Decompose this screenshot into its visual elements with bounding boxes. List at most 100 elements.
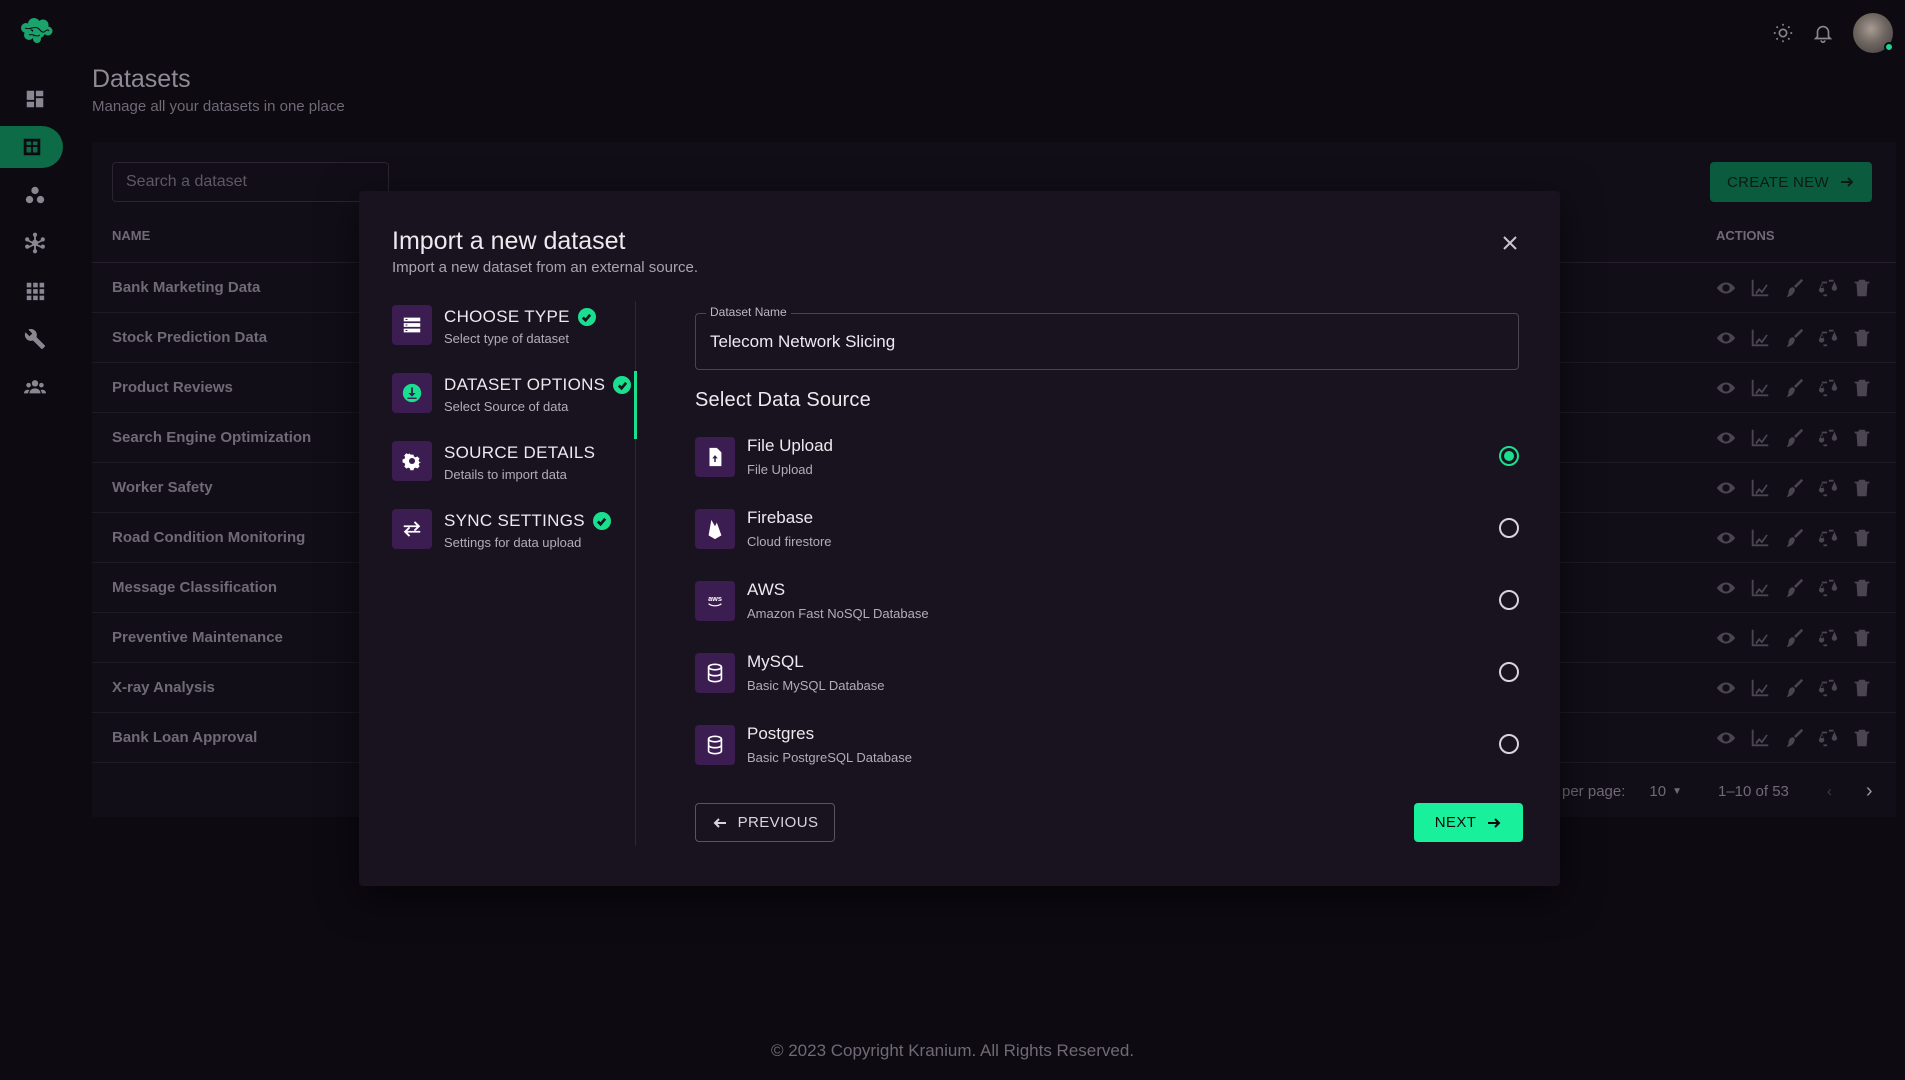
clean-brush-icon[interactable] [1783, 727, 1805, 749]
view-icon[interactable] [1715, 327, 1737, 349]
balance-scale-icon[interactable] [1817, 527, 1839, 549]
analytics-icon[interactable] [1749, 277, 1771, 299]
analytics-icon[interactable] [1749, 527, 1771, 549]
clean-brush-icon[interactable] [1783, 427, 1805, 449]
balance-scale-icon[interactable] [1817, 327, 1839, 349]
clean-brush-icon[interactable] [1783, 577, 1805, 599]
balance-scale-icon[interactable] [1817, 277, 1839, 299]
source-radio[interactable] [1499, 662, 1519, 682]
clean-brush-icon[interactable] [1783, 277, 1805, 299]
balance-scale-icon[interactable] [1817, 727, 1839, 749]
view-icon[interactable] [1715, 727, 1737, 749]
view-icon[interactable] [1715, 377, 1737, 399]
source-radio[interactable] [1499, 518, 1519, 538]
check-circle-icon [577, 308, 596, 326]
clean-brush-icon[interactable] [1783, 477, 1805, 499]
view-icon[interactable] [1715, 527, 1737, 549]
wrench-icon [24, 329, 46, 350]
source-option-aws[interactable]: aws AWS Amazon Fast NoSQL Database [695, 580, 1519, 640]
database-icon [695, 653, 735, 693]
source-radio[interactable] [1499, 734, 1519, 754]
balance-scale-icon[interactable] [1817, 477, 1839, 499]
row-actions [1715, 577, 1873, 599]
next-button[interactable]: NEXT [1414, 803, 1523, 842]
next-page-button[interactable]: › [1866, 780, 1873, 803]
analytics-icon[interactable] [1749, 477, 1771, 499]
view-icon[interactable] [1715, 677, 1737, 699]
database-icon [695, 725, 735, 765]
source-name: File Upload [747, 436, 833, 455]
topbar-actions [1763, 12, 1905, 54]
rows-per-page-select[interactable]: 10 ▼ [1649, 783, 1682, 800]
step-title: SYNC SETTINGS [444, 511, 585, 530]
trash-icon[interactable] [1851, 427, 1873, 449]
view-icon[interactable] [1715, 427, 1737, 449]
trash-icon[interactable] [1851, 727, 1873, 749]
balance-scale-icon[interactable] [1817, 427, 1839, 449]
analytics-icon[interactable] [1749, 577, 1771, 599]
sidebar-item-tools[interactable] [0, 318, 70, 360]
view-icon[interactable] [1715, 577, 1737, 599]
balance-scale-icon[interactable] [1817, 627, 1839, 649]
list-icon [392, 305, 432, 345]
view-icon[interactable] [1715, 627, 1737, 649]
source-name: AWS [747, 580, 786, 599]
prev-page-button[interactable]: ‹ [1827, 783, 1832, 800]
analytics-icon[interactable] [1749, 627, 1771, 649]
trash-icon[interactable] [1851, 277, 1873, 299]
clean-brush-icon[interactable] [1783, 327, 1805, 349]
trash-icon[interactable] [1851, 577, 1873, 599]
clean-brush-icon[interactable] [1783, 377, 1805, 399]
file-upload-icon [695, 437, 735, 477]
sidebar-item-team[interactable] [0, 366, 70, 408]
dataset-name-field[interactable]: Dataset Name Telecom Network Slicing [695, 305, 1519, 370]
bell-icon [1813, 25, 1833, 43]
step-sync-settings[interactable]: SYNC SETTINGS Settings for data upload [392, 505, 637, 573]
notifications-button[interactable] [1803, 13, 1843, 53]
clean-brush-icon[interactable] [1783, 627, 1805, 649]
view-icon[interactable] [1715, 477, 1737, 499]
step-dataset-options[interactable]: DATASET OPTIONS Select Source of data [392, 369, 637, 437]
balance-scale-icon[interactable] [1817, 677, 1839, 699]
previous-label: PREVIOUS [737, 814, 819, 831]
source-option-mysql[interactable]: MySQL Basic MySQL Database [695, 652, 1519, 712]
modal-title: Import a new dataset [392, 227, 626, 255]
step-source-details[interactable]: SOURCE DETAILS Details to import data [392, 437, 637, 505]
analytics-icon[interactable] [1749, 727, 1771, 749]
search-input[interactable]: Search a dataset [112, 162, 389, 202]
trash-icon[interactable] [1851, 377, 1873, 399]
create-new-button[interactable]: CREATE NEW [1710, 162, 1872, 202]
analytics-icon[interactable] [1749, 427, 1771, 449]
trash-icon[interactable] [1851, 527, 1873, 549]
source-option-postgres[interactable]: Postgres Basic PostgreSQL Database [695, 724, 1519, 784]
kranium-logo[interactable] [17, 16, 55, 46]
sidebar-item-datasets[interactable] [0, 126, 63, 168]
sidebar-item-network[interactable] [0, 222, 70, 264]
previous-button[interactable]: PREVIOUS [695, 803, 835, 842]
source-radio[interactable] [1499, 590, 1519, 610]
source-option-file-upload[interactable]: File Upload File Upload [695, 436, 1519, 496]
theme-toggle-button[interactable] [1763, 13, 1803, 53]
sidebar-item-dashboard[interactable] [0, 78, 70, 120]
clean-brush-icon[interactable] [1783, 527, 1805, 549]
analytics-icon[interactable] [1749, 327, 1771, 349]
analytics-icon[interactable] [1749, 377, 1771, 399]
close-button[interactable] [1500, 233, 1520, 253]
sidebar-item-apps[interactable] [0, 270, 70, 312]
source-name: Firebase [747, 508, 814, 527]
network-icon [25, 232, 45, 254]
analytics-icon[interactable] [1749, 677, 1771, 699]
step-choose-type[interactable]: CHOOSE TYPE Select type of dataset [392, 301, 637, 369]
trash-icon[interactable] [1851, 327, 1873, 349]
balance-scale-icon[interactable] [1817, 577, 1839, 599]
user-avatar[interactable] [1853, 13, 1894, 53]
trash-icon[interactable] [1851, 677, 1873, 699]
view-icon[interactable] [1715, 277, 1737, 299]
trash-icon[interactable] [1851, 627, 1873, 649]
balance-scale-icon[interactable] [1817, 377, 1839, 399]
trash-icon[interactable] [1851, 477, 1873, 499]
clean-brush-icon[interactable] [1783, 677, 1805, 699]
source-option-firebase[interactable]: Firebase Cloud firestore [695, 508, 1519, 568]
sidebar-item-clusters[interactable] [0, 174, 70, 216]
source-radio[interactable] [1499, 446, 1519, 466]
